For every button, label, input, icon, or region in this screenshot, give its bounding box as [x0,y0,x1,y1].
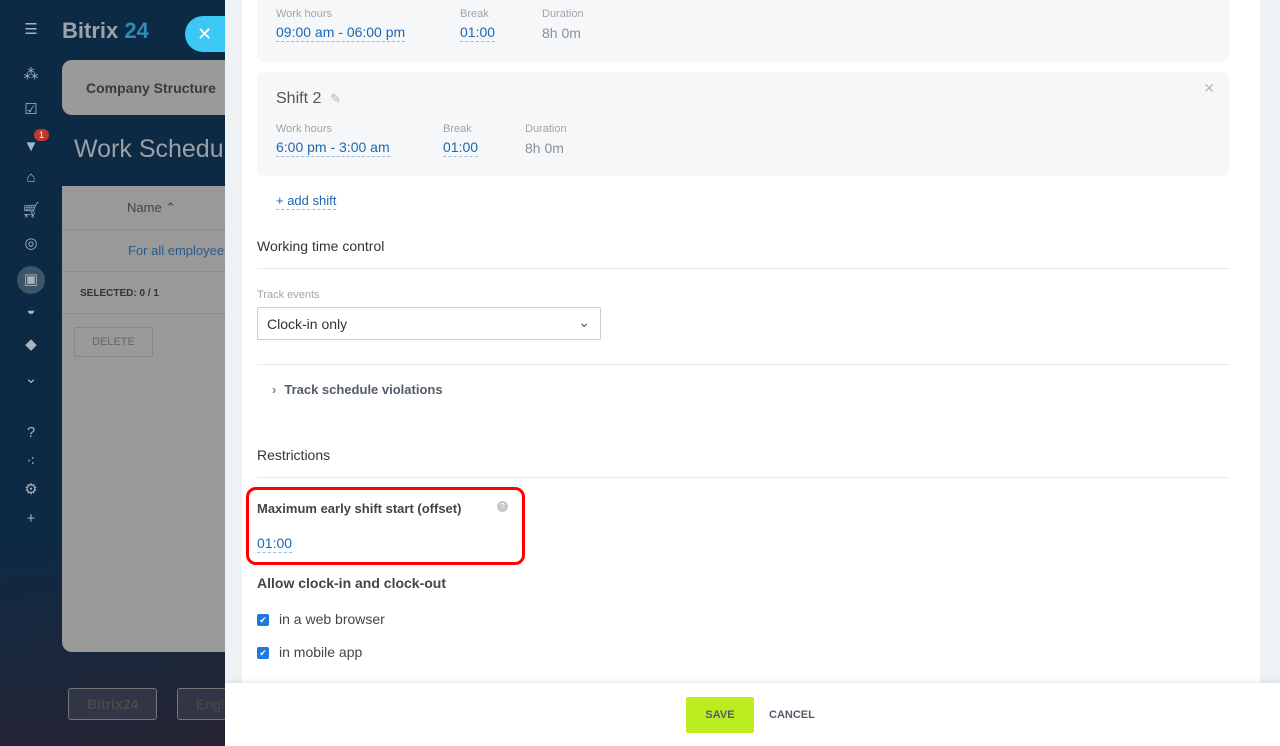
cart-icon[interactable]: 🛒︎ [21,201,41,221]
shift-name: Shift 2 [276,90,322,107]
work-hours-label: Work hours [276,8,333,20]
column-name[interactable]: Name ⌃ [62,186,242,230]
structure-icon[interactable]: ⁖ [21,452,41,472]
help-icon[interactable]: ? [497,501,508,512]
form-footer: SAVE CANCEL [225,683,1280,746]
menu-icon[interactable]: ☰ [21,20,41,40]
shift-1-card: Work hours 09:00 am - 06:00 pm Break 01:… [257,0,1229,62]
robot-icon[interactable]: ◒ [21,301,41,321]
schedules-grid: Name ⌃ For all employees SELECTED: 0 / 1… [62,186,242,652]
offset-value[interactable]: 01:00 [257,535,293,553]
shift-2-card: Shift 2 ✎ ✕ Work hours 6:00 pm - 3:00 am… [257,72,1229,176]
store-icon[interactable]: ⌂ [21,168,41,188]
duration-value: 8h 0m [542,25,581,41]
duration-value: 8h 0m [525,140,564,156]
break-label: Break [443,123,472,135]
selected-count: SELECTED: 0 / 1 [62,272,242,314]
cancel-button[interactable]: CANCEL [769,697,815,733]
chevron-right-icon: › [272,382,277,397]
edit-pencil-icon[interactable]: ✎ [330,91,341,107]
notification-badge: 1 [34,129,50,141]
remove-shift-icon[interactable]: ✕ [1203,80,1215,97]
more-icon[interactable]: ⌄ [21,369,41,389]
web-browser-checkbox[interactable]: ✔ [257,614,269,626]
tab-company-structure[interactable]: Company Structure [62,60,242,115]
target-icon[interactable]: ◎ [21,234,41,254]
add-shift-link[interactable]: + add shift [276,192,337,210]
collaboration-icon[interactable]: ⁂ [21,65,41,85]
working-time-control-heading: Working time control [257,238,1229,269]
work-hours-value[interactable]: 09:00 am - 06:00 pm [276,24,406,42]
work-hours-value[interactable]: 6:00 pm - 3:00 am [276,139,390,157]
schedule-form: Work hours 09:00 am - 06:00 pm Break 01:… [242,0,1260,683]
language-button[interactable]: English [177,688,227,720]
duration-label: Duration [525,123,567,135]
settings-icon[interactable]: ⚙ [21,480,41,500]
break-value[interactable]: 01:00 [460,24,496,42]
help-icon[interactable]: ? [21,423,41,443]
table-row[interactable]: For all employees [62,230,242,272]
left-sidebar: ☰ ⁂ ☑ ▼ 1 ⌂ 🛒︎ ◎ ▣ ◒ ◆ ⌄ ? ⁖ ⚙ + [0,0,62,746]
schedule-slider: Work hours 09:00 am - 06:00 pm Break 01:… [225,0,1280,746]
break-label: Break [460,8,489,20]
restrictions-heading: Restrictions [257,447,1229,478]
track-violations-toggle[interactable]: › Track schedule violations [272,382,443,397]
delete-button[interactable]: DELETE [74,327,153,357]
track-events-select[interactable]: Clock-in only ⌄ [257,307,601,340]
offset-label: Maximum early shift start (offset) [257,501,462,516]
allow-clock-heading: Allow clock-in and clock-out [257,575,447,591]
footer-logo-button[interactable]: Bitrix24 [68,688,158,720]
mobile-app-checkbox[interactable]: ✔ [257,647,269,659]
mobile-app-label: in mobile app [279,644,363,660]
work-hours-label: Work hours [276,123,333,135]
employees-icon[interactable]: ▣ [17,266,45,294]
add-icon[interactable]: + [21,509,41,529]
tasks-icon[interactable]: ☑ [21,100,41,120]
chevron-down-icon: ⌄ [578,314,590,330]
web-browser-label: in a web browser [279,611,385,627]
track-events-label: Track events [257,289,320,301]
duration-label: Duration [542,8,584,20]
logo[interactable]: Bitrix 24 [62,18,149,44]
save-button[interactable]: SAVE [686,697,754,733]
box-icon[interactable]: ◆ [21,335,41,355]
break-value[interactable]: 01:00 [443,139,479,157]
highlight-box [246,487,525,565]
